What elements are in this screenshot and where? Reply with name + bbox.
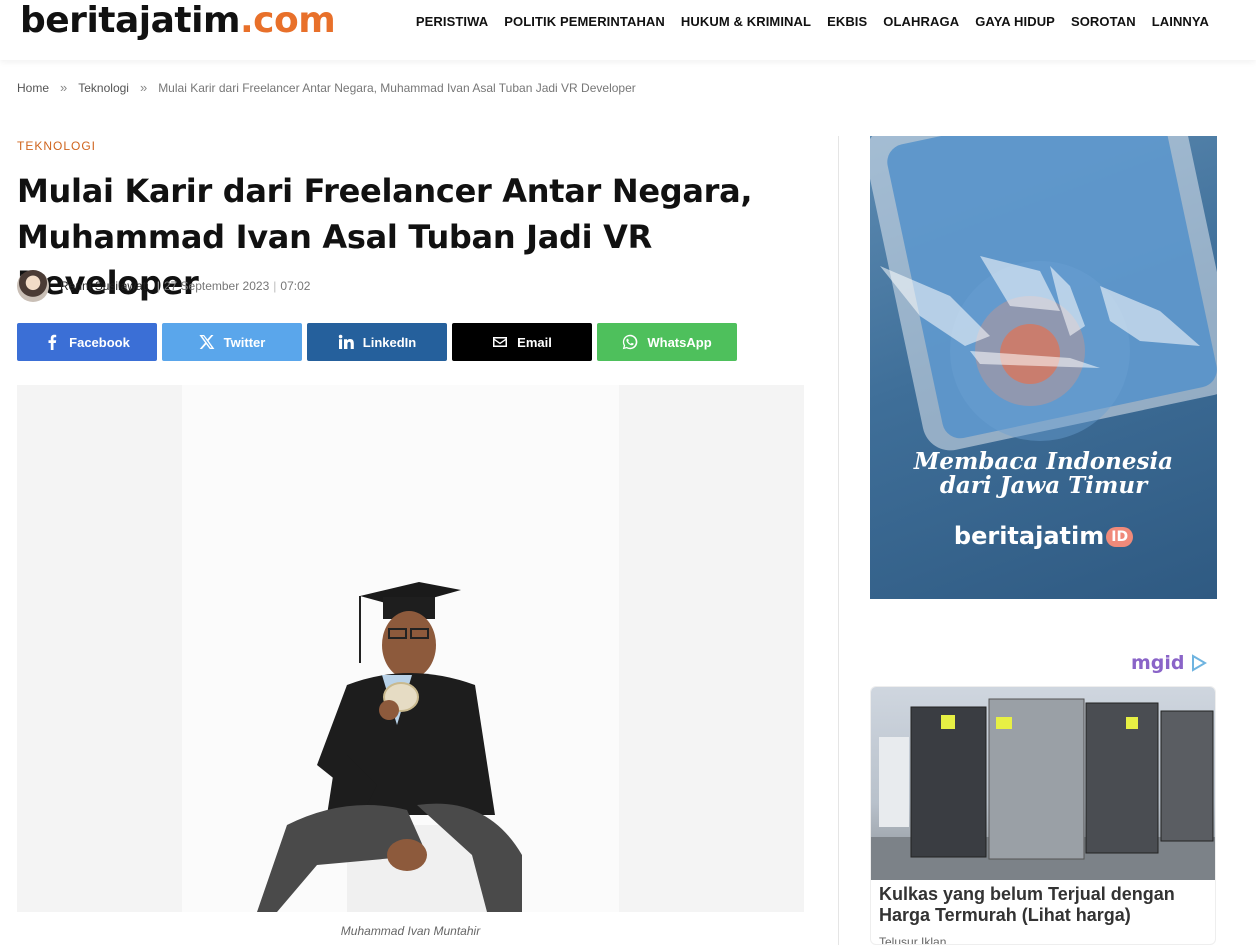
ad-provider-name: mgid [1131, 652, 1185, 674]
x-icon [199, 335, 215, 349]
site-logo[interactable]: beritajatim.com [20, 0, 336, 42]
nav-item-politik-pemerintahan[interactable]: POLITIK PEMERINTAHAN [504, 14, 665, 29]
article-meta: Renni Susilawati | 27 September 2023 | 0… [17, 270, 310, 302]
refrigerator-showroom-graphic [871, 698, 1215, 880]
share-email-button[interactable]: Email [452, 323, 592, 361]
nav-item-ekbis[interactable]: EKBIS [827, 14, 867, 29]
breadcrumb: Home » Teknologi » Mulai Karir dari Free… [17, 80, 636, 95]
share-whatsapp-label: WhatsApp [647, 334, 712, 350]
facebook-icon [48, 334, 57, 350]
nav-item-sorotan[interactable]: SOROTAN [1071, 14, 1136, 29]
nav-item-peristiwa[interactable]: PERISTIWA [416, 14, 488, 29]
share-linkedin-label: LinkedIn [362, 334, 417, 350]
promo-brand-badge: ID [1106, 527, 1134, 547]
main-nav: PERISTIWA POLITIK PEMERINTAHAN HUKUM & K… [416, 14, 1209, 29]
share-email-label: Email [517, 334, 552, 350]
email-icon [493, 337, 508, 347]
breadcrumb-separator: » [139, 80, 148, 95]
article-category-link[interactable]: TEKNOLOGI [17, 139, 96, 153]
share-whatsapp-button[interactable]: WhatsApp [597, 323, 737, 361]
promo-brand-logo: beritajatim ID [870, 522, 1217, 550]
ad-title: Kulkas yang belum Terjual dengan Harga T… [879, 884, 1175, 925]
share-twitter-button[interactable]: Twitter [162, 323, 302, 361]
share-facebook-button[interactable]: Facebook [17, 323, 157, 361]
author-name[interactable]: Renni Susilawati [60, 279, 149, 293]
share-facebook-label: Facebook [69, 334, 130, 350]
promo-brand-name: beritajatim [953, 522, 1105, 550]
nav-item-gaya-hidup[interactable]: GAYA HIDUP [975, 14, 1055, 29]
site-header: beritajatim.com PERISTIWA POLITIK PEMERI… [0, 0, 1256, 60]
mgid-logo[interactable]: mgid [1131, 652, 1207, 674]
share-buttons: Facebook Twitter LinkedIn Email WhatsApp [17, 323, 737, 361]
linkedin-icon [338, 334, 354, 349]
breadcrumb-home-link[interactable]: Home [17, 81, 49, 95]
article-date: 27 September 2023 [163, 279, 270, 293]
share-linkedin-button[interactable]: LinkedIn [307, 323, 447, 361]
meta-divider: | [273, 279, 277, 293]
promo-headline-line-2: dari Jawa Timur [939, 472, 1148, 499]
whatsapp-icon [623, 334, 638, 350]
ad-image [871, 687, 1215, 880]
breadcrumb-current: Mulai Karir dari Freelancer Antar Negara… [158, 80, 636, 95]
ad-source: Telusur Iklan [879, 935, 947, 945]
image-caption: Muhammad Ivan Muntahir [340, 924, 481, 938]
promo-headline-line-1: Membaca Indonesia [913, 448, 1174, 475]
meta-divider: | [156, 279, 160, 293]
article-time: 07:02 [280, 279, 311, 293]
promo-headline: Membaca Indonesia dari Jawa Timur [870, 450, 1217, 498]
column-divider [838, 136, 839, 945]
nav-item-hukum-kriminal[interactable]: HUKUM & KRIMINAL [681, 14, 811, 29]
sponsored-ad-card[interactable]: Kulkas yang belum Terjual dengan Harga T… [870, 686, 1216, 945]
breadcrumb-separator: » [60, 80, 68, 95]
play-triangle-icon [1191, 654, 1207, 672]
article-featured-image[interactable] [17, 385, 804, 912]
nav-item-lainnya[interactable]: LAINNYA [1152, 14, 1209, 29]
share-twitter-label: Twitter [223, 334, 266, 350]
nav-item-olahraga[interactable]: OLAHRAGA [883, 14, 959, 29]
author-avatar[interactable] [17, 270, 49, 302]
breadcrumb-category-link[interactable]: Teknologi [78, 81, 129, 95]
graduate-photo [257, 582, 522, 912]
sidebar-promo-banner[interactable]: Membaca Indonesia dari Jawa Timur berita… [870, 136, 1217, 599]
